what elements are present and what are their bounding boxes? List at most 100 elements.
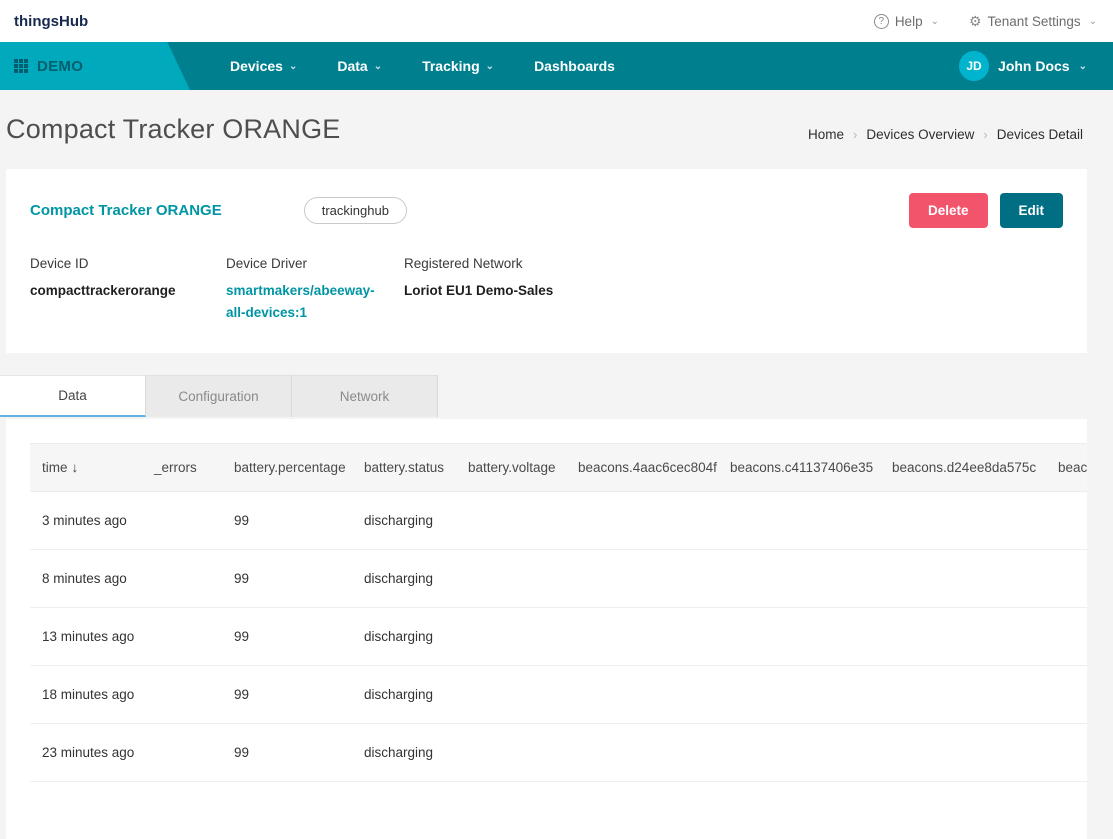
tenant-settings-menu[interactable]: ⚙ Tenant Settings ⌄ (969, 13, 1097, 30)
delete-button[interactable]: Delete (909, 193, 988, 228)
col-battery-status[interactable]: battery.status (352, 443, 456, 491)
device-data-card: time↓ _errors battery.percentage battery… (6, 419, 1087, 839)
device-data-table: time↓ _errors battery.percentage battery… (30, 443, 1087, 782)
cell (718, 723, 880, 781)
cell: discharging (352, 491, 456, 549)
cell (1046, 549, 1087, 607)
col-errors[interactable]: _errors (142, 443, 222, 491)
chevron-down-icon: ⌄ (374, 61, 382, 72)
breadcrumb-home[interactable]: Home (808, 127, 844, 142)
field-device-id: Device ID compacttrackerorange (30, 256, 208, 325)
sort-desc-icon: ↓ (72, 460, 79, 475)
nav-item-data[interactable]: Data ⌄ (337, 58, 382, 74)
top-bar: thingsHub ? Help ⌄ ⚙ Tenant Settings ⌄ (0, 0, 1113, 42)
cell (566, 549, 718, 607)
field-label: Device ID (30, 256, 208, 271)
cell (456, 665, 566, 723)
cell (1046, 491, 1087, 549)
table-row: 13 minutes ago 99 discharging (30, 607, 1087, 665)
device-name: Compact Tracker ORANGE (30, 202, 222, 219)
col-beacons-2[interactable]: beacons.c41137406e35 (718, 443, 880, 491)
breadcrumb: Home › Devices Overview › Devices Detail (808, 127, 1083, 142)
cell-time: 18 minutes ago (30, 665, 142, 723)
nav-item-tracking[interactable]: Tracking ⌄ (422, 58, 494, 74)
cell (880, 723, 1046, 781)
cell: 99 (222, 549, 352, 607)
col-battery-voltage[interactable]: battery.voltage (456, 443, 566, 491)
field-label: Registered Network (404, 256, 553, 271)
cell (456, 491, 566, 549)
page-head: Compact Tracker ORANGE Home › Devices Ov… (0, 90, 1113, 167)
nav-item-devices[interactable]: Devices ⌄ (230, 58, 297, 74)
tab-configuration[interactable]: Configuration (146, 375, 292, 417)
page-title: Compact Tracker ORANGE (6, 114, 340, 145)
cell (1046, 665, 1087, 723)
table-row: 18 minutes ago 99 discharging (30, 665, 1087, 723)
help-label: Help (895, 14, 923, 29)
registered-network-value: Loriot EU1 Demo-Sales (404, 280, 553, 302)
cell (142, 549, 222, 607)
table-row: 23 minutes ago 99 discharging (30, 723, 1087, 781)
cell (142, 723, 222, 781)
topbar-actions: ? Help ⌄ ⚙ Tenant Settings ⌄ (874, 13, 1097, 30)
breadcrumb-devices-overview[interactable]: Devices Overview (866, 127, 974, 142)
grid-icon (14, 59, 28, 73)
user-menu[interactable]: JD John Docs ⌄ (959, 42, 1113, 90)
col-battery-percentage[interactable]: battery.percentage (222, 443, 352, 491)
cell: discharging (352, 723, 456, 781)
table-row: 3 minutes ago 99 discharging (30, 491, 1087, 549)
cell (1046, 723, 1087, 781)
device-card-header: Compact Tracker ORANGE trackinghub Delet… (30, 193, 1063, 228)
cell-time: 3 minutes ago (30, 491, 142, 549)
device-actions: Delete Edit (909, 193, 1063, 228)
col-beacons-3[interactable]: beacons.d24ee8da575c (880, 443, 1046, 491)
help-icon: ? (874, 14, 889, 29)
chevron-down-icon: ⌄ (289, 61, 297, 72)
cell (456, 723, 566, 781)
cell (880, 549, 1046, 607)
cell-time: 8 minutes ago (30, 549, 142, 607)
cell: discharging (352, 549, 456, 607)
cell (566, 665, 718, 723)
cell (566, 723, 718, 781)
field-label: Device Driver (226, 256, 386, 271)
cell (718, 491, 880, 549)
tenant-settings-label: Tenant Settings (988, 14, 1081, 29)
nav-label: Data (337, 58, 367, 74)
help-menu[interactable]: ? Help ⌄ (874, 14, 939, 29)
cell (142, 491, 222, 549)
cell (142, 607, 222, 665)
cell: discharging (352, 665, 456, 723)
user-name: John Docs (998, 58, 1070, 74)
col-beacons-1[interactable]: beacons.4aac6cec804f (566, 443, 718, 491)
cell: 99 (222, 491, 352, 549)
nav-label: Devices (230, 58, 283, 74)
tab-data[interactable]: Data (0, 375, 146, 417)
cell (566, 607, 718, 665)
chevron-right-icon: › (983, 127, 987, 142)
tab-network[interactable]: Network (292, 375, 438, 417)
field-device-driver: Device Driver smartmakers/abeeway-all-de… (226, 256, 386, 325)
cell: discharging (352, 607, 456, 665)
edit-button[interactable]: Edit (1000, 193, 1064, 228)
detail-tabs: Data Configuration Network (0, 375, 1113, 417)
col-time[interactable]: time↓ (30, 443, 142, 491)
device-driver-link[interactable]: smartmakers/abeeway-all-devices:1 (226, 280, 386, 325)
cell (880, 491, 1046, 549)
breadcrumb-devices-detail: Devices Detail (997, 127, 1083, 142)
cell (718, 607, 880, 665)
chevron-right-icon: › (853, 127, 857, 142)
nav-label: Dashboards (534, 58, 615, 74)
tenant-switcher[interactable]: DEMO (0, 42, 190, 90)
col-beacons-4[interactable]: beaco (1046, 443, 1087, 491)
nav-label: Tracking (422, 58, 480, 74)
app-logo[interactable]: thingsHub (14, 13, 88, 30)
nav-items: Devices ⌄ Data ⌄ Tracking ⌄ Dashboards (230, 42, 615, 90)
cell: 99 (222, 723, 352, 781)
cell (456, 607, 566, 665)
device-summary-card: Compact Tracker ORANGE trackinghub Delet… (6, 169, 1087, 353)
chevron-down-icon: ⌄ (486, 61, 494, 72)
cell (566, 491, 718, 549)
cell (142, 665, 222, 723)
nav-item-dashboards[interactable]: Dashboards (534, 58, 615, 74)
